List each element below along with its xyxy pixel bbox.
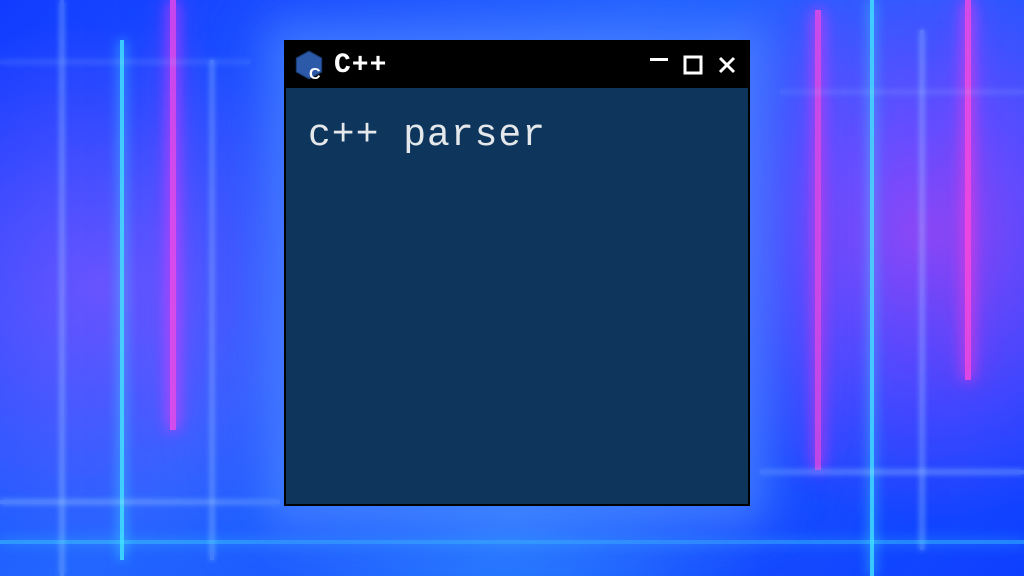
close-button[interactable] — [716, 54, 738, 76]
window-body: c++ parser — [286, 88, 748, 183]
app-window: C C++ c++ parser — [284, 40, 750, 506]
window-title: C++ — [334, 50, 638, 81]
cpp-logo-letter: C — [309, 66, 321, 84]
circuit-trace — [170, 0, 176, 430]
circuit-trace — [120, 40, 124, 560]
circuit-trace — [780, 90, 1024, 94]
circuit-trace — [0, 540, 1024, 544]
circuit-trace — [965, 0, 971, 380]
circuit-trace — [760, 470, 1024, 474]
circuit-trace — [0, 500, 280, 504]
maximize-button[interactable] — [682, 54, 704, 76]
terminal-text: c++ parser — [308, 114, 726, 157]
circuit-trace — [0, 60, 250, 64]
circuit-trace — [60, 0, 64, 576]
titlebar[interactable]: C C++ — [286, 42, 748, 88]
window-controls — [648, 54, 738, 76]
minimize-button[interactable] — [648, 48, 670, 70]
cpp-logo-icon: C — [294, 50, 324, 80]
circuit-trace — [210, 60, 214, 560]
circuit-trace — [870, 0, 874, 576]
circuit-trace — [815, 10, 821, 470]
